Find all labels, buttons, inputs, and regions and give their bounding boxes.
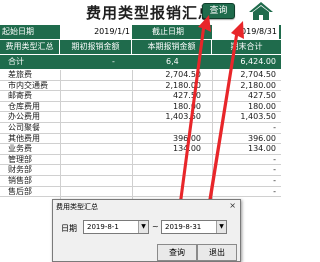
row-current: 2,704.50 — [165, 70, 201, 79]
date-range-row: 起始日期 2019/1/1 截止日期 2019/8/31 — [0, 25, 281, 39]
end-date-picker-value: 2019-8-31 — [165, 223, 202, 231]
title-bar: 费用类型报销汇总 查询 — [0, 0, 281, 25]
row-closing: 134.00 — [248, 144, 276, 154]
row-current: 1,403.50 — [165, 112, 201, 122]
row-closing: - — [273, 175, 276, 185]
table-row: 差旅费 2,704.50 2,704.50 — [0, 70, 281, 81]
row-closing: 427.50 — [248, 91, 276, 101]
dialog-query-button[interactable]: 查询 — [157, 244, 197, 261]
table-row: 其他费用 396.00 396.00 — [0, 134, 281, 145]
start-date-picker[interactable]: 2019-8-1 ▼ — [83, 220, 149, 234]
chevron-down-icon[interactable]: ▼ — [216, 221, 226, 233]
query-button[interactable]: 查询 — [202, 3, 235, 19]
row-closing: - — [273, 186, 276, 196]
table-row: 业务费 134.00 134.00 — [0, 144, 281, 155]
table-row: 管理部 - — [0, 155, 281, 166]
row-current: 2,180.00 — [165, 80, 201, 90]
row-closing: - — [273, 122, 276, 132]
dialog-title: 费用类型汇总 — [56, 203, 98, 211]
total-label: 合计 — [8, 57, 24, 66]
row-closing: 2,704.50 — [240, 70, 276, 79]
end-date-value[interactable]: 2019/8/31 — [212, 25, 279, 39]
row-current: 134.00 — [173, 144, 201, 154]
column-header: 费用类型汇总 — [0, 40, 60, 54]
table-row: 售后部 - — [0, 187, 281, 198]
date-range-dialog: 费用类型汇总 × 日期 2019-8-1 ▼ ~ 2019-8-31 ▼ 查询 … — [52, 199, 241, 262]
column-header: 期末合计 — [230, 42, 263, 51]
end-date-picker[interactable]: 2019-8-31 ▼ — [161, 220, 227, 234]
spreadsheet-window: 费用类型报销汇总 查询 起始日期 2019/1/1 截止日期 2019/8/31… — [0, 0, 281, 262]
row-name: 差旅费 — [8, 70, 32, 79]
table-row: 财务部 - — [0, 165, 281, 176]
end-date-label: 截止日期 — [152, 27, 184, 36]
row-current — [132, 123, 204, 133]
row-name: 业务费 — [8, 144, 32, 154]
row-closing: 396.00 — [248, 133, 276, 143]
row-name: 市内交通费 — [8, 80, 48, 90]
row-current — [132, 165, 204, 175]
table-row: 销售部 - — [0, 176, 281, 187]
range-separator: ~ — [152, 222, 159, 231]
expense-table-body: 差旅费 2,704.50 2,704.50 市内交通费 2,180.00 2,1… — [0, 70, 281, 198]
row-name: 仓库费用 — [8, 101, 40, 111]
row-current — [132, 155, 204, 165]
table-row: 仓库费用 180.00 180.00 — [0, 102, 281, 113]
table-row: 公司聚餐 - — [0, 123, 281, 134]
table-row: 邮寄费 427.50 427.50 — [0, 91, 281, 102]
start-date-value[interactable]: 2019/1/1 — [60, 25, 132, 39]
row-closing: - — [273, 165, 276, 175]
row-closing: 2,180.00 — [240, 80, 276, 90]
dialog-date-label: 日期 — [61, 224, 77, 233]
total-row: 合计 - 6,4 6,424.00 — [0, 55, 281, 69]
table-row: 办公费用 1,403.50 1,403.50 — [0, 112, 281, 123]
row-name: 销售部 — [8, 175, 32, 185]
row-current — [132, 176, 204, 186]
table-row: 市内交通费 2,180.00 2,180.00 — [0, 81, 281, 92]
row-current — [132, 187, 204, 197]
row-name: 财务部 — [8, 165, 32, 175]
row-name: 邮寄费 — [8, 91, 32, 101]
row-name: 公司聚餐 — [8, 122, 40, 132]
close-icon[interactable]: × — [229, 201, 236, 210]
total-current: 6,4 — [166, 57, 179, 66]
row-closing: 1,403.50 — [240, 112, 276, 122]
start-date-picker-value: 2019-8-1 — [87, 223, 119, 231]
row-closing: - — [273, 154, 276, 164]
row-current: 427.50 — [173, 91, 201, 101]
row-current: 180.00 — [173, 101, 201, 111]
home-icon[interactable] — [248, 1, 274, 21]
row-name: 办公费用 — [8, 112, 40, 122]
total-closing: 6,424.00 — [240, 57, 276, 66]
total-opening: - — [112, 57, 115, 66]
row-current: 396.00 — [173, 133, 201, 143]
row-name: 其他费用 — [8, 133, 40, 143]
row-name: 售后部 — [8, 186, 32, 196]
chevron-down-icon[interactable]: ▼ — [138, 221, 148, 233]
column-header: 期初报销金额 — [60, 40, 132, 54]
table-header: 费用类型汇总 期初报销金额 本期报销金额 期末合计 — [0, 40, 281, 54]
start-date-label: 起始日期 — [2, 27, 34, 36]
dialog-exit-button[interactable]: 退出 — [197, 244, 237, 261]
page-title: 费用类型报销汇总 — [86, 4, 215, 22]
row-closing: 180.00 — [248, 101, 276, 111]
row-name: 管理部 — [8, 154, 32, 164]
column-header: 本期报销金额 — [132, 40, 212, 54]
